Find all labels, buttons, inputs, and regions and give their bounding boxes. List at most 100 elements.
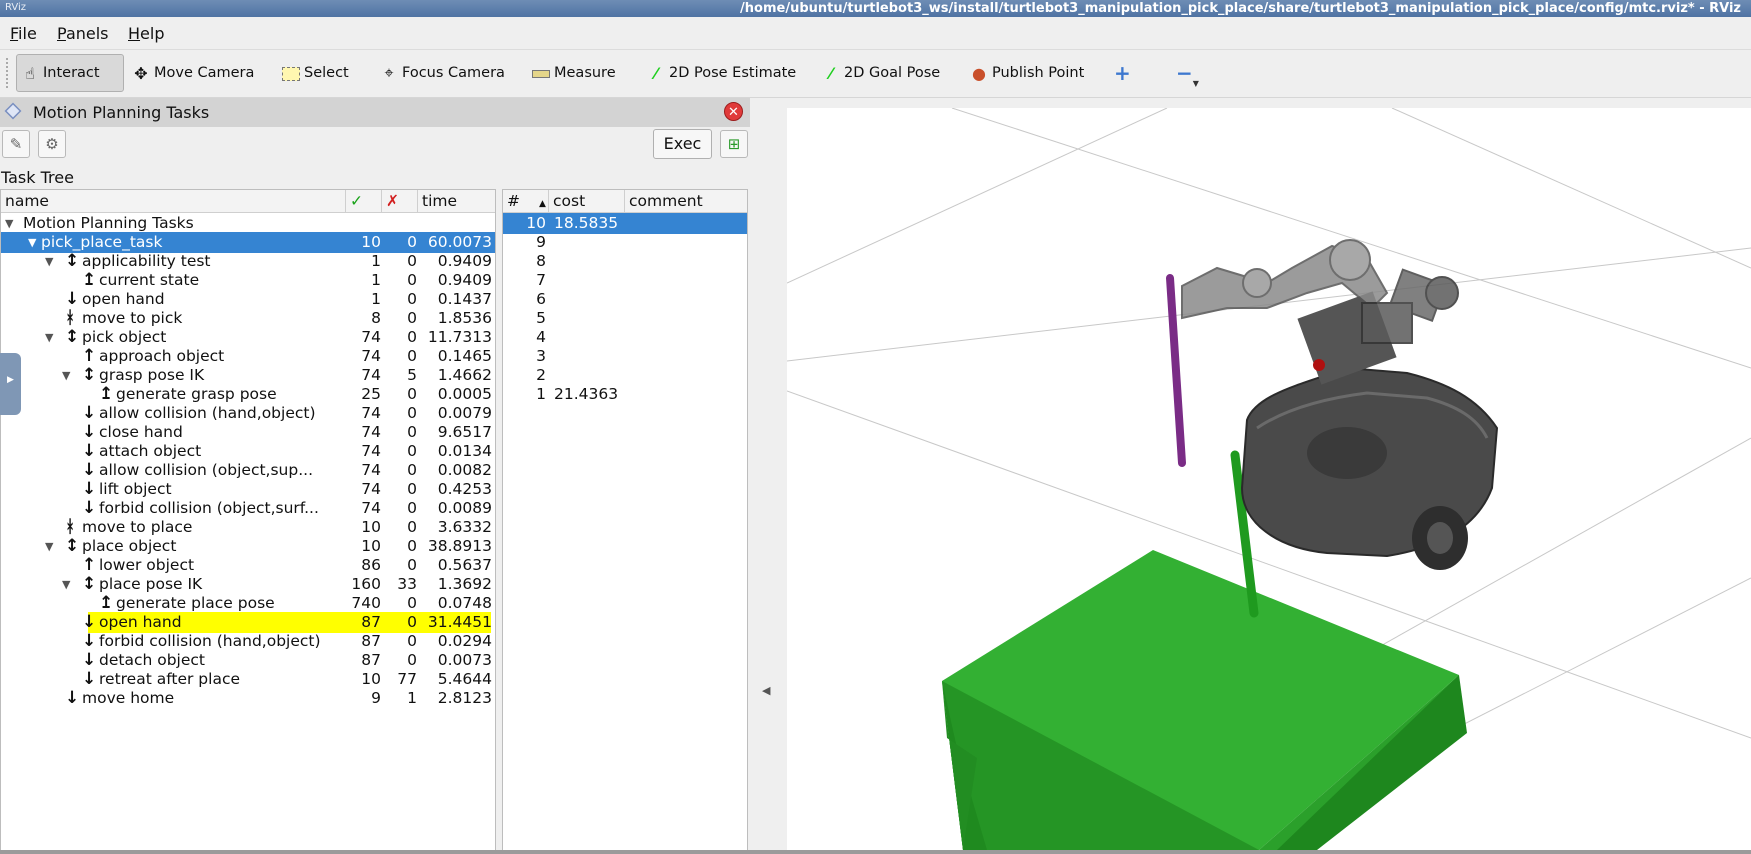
- focus-camera-tool-button[interactable]: ⌖ Focus Camera: [376, 54, 509, 92]
- solution-row[interactable]: 1 21.4363: [503, 384, 747, 405]
- task-failure-count: 0: [407, 461, 417, 479]
- task-tree-row[interactable]: ↓ move home 9 1 2.8123: [1, 688, 495, 709]
- task-success-count: 1: [371, 252, 381, 270]
- task-success-count: 74: [361, 480, 381, 498]
- move-camera-tool-button[interactable]: ✥ Move Camera: [128, 54, 258, 92]
- task-time: 0.0079: [437, 404, 492, 422]
- task-time: 1.4662: [437, 366, 492, 384]
- task-tree-row[interactable]: ↓ forbid collision (object,surf... 74 0 0.00…: [1, 498, 495, 519]
- task-tree-row[interactable]: ▼ ↕ applicability test 1 0 0.9409: [1, 251, 495, 272]
- solutions-table[interactable]: # ▲ cost comment 10 18.5835 9 8 7 6 5 4 3 2 1 21.43…: [502, 189, 748, 854]
- select-tool-button[interactable]: Select: [278, 54, 353, 92]
- expand-arrow-icon[interactable]: ▼: [45, 251, 53, 272]
- add-tool-button[interactable]: +: [1110, 54, 1135, 92]
- solution-row[interactable]: 3: [503, 346, 747, 367]
- edit-button[interactable]: ✎: [2, 130, 30, 158]
- 2d-pose-estimate-tool-button[interactable]: ⁄ 2D Pose Estimate: [643, 54, 800, 92]
- stage-type-icon: ↓: [82, 422, 97, 442]
- column-header-number[interactable]: # ▲: [503, 190, 549, 213]
- solution-row[interactable]: 8: [503, 251, 747, 272]
- task-tree-row[interactable]: ↑ approach object 74 0 0.1465: [1, 346, 495, 367]
- task-tree-row[interactable]: ↓ lift object 74 0 0.4253: [1, 479, 495, 500]
- task-tree-row[interactable]: ↓ detach object 87 0 0.0073: [1, 650, 495, 671]
- expand-arrow-icon[interactable]: ▼: [45, 327, 53, 348]
- task-success-count: 10: [361, 670, 381, 688]
- interact-tool-button[interactable]: ☝ Interact: [16, 54, 124, 92]
- measure-tool-button[interactable]: Measure: [528, 54, 620, 92]
- settings-button[interactable]: ⚙: [38, 130, 66, 158]
- task-tree-row[interactable]: ▼ pick_place_task 10 0 60.0073: [1, 232, 495, 253]
- solution-row[interactable]: 5: [503, 308, 747, 329]
- hidden-panel-tab[interactable]: ▶: [0, 353, 21, 415]
- task-tree-row[interactable]: ▼ Motion Planning Tasks: [1, 213, 495, 234]
- task-time: 0.0089: [437, 499, 492, 517]
- task-tree-row[interactable]: ↓ attach object 74 0 0.0134: [1, 441, 495, 462]
- 2d-goal-pose-tool-button[interactable]: ⁄ 2D Goal Pose: [818, 54, 944, 92]
- exec-button[interactable]: Exec: [653, 129, 712, 159]
- stage-type-icon: ↥: [99, 593, 114, 613]
- stage-type-icon: ↓: [82, 650, 97, 670]
- close-panel-button[interactable]: ✕: [724, 102, 743, 121]
- task-tree-row[interactable]: ↓ allow collision (hand,object) 74 0 0.0079: [1, 403, 495, 424]
- task-name: generate place pose: [116, 594, 275, 612]
- task-tree-table[interactable]: name ✓ ✗ time ▼ Motion Planning Tasks ▼ pic…: [0, 189, 496, 854]
- task-tree-row[interactable]: ↥ generate place pose 740 0 0.0748: [1, 593, 495, 614]
- menu-help[interactable]: Help: [128, 24, 164, 43]
- task-tree-row[interactable]: ᚼ move to pick 8 0 1.8536: [1, 308, 495, 329]
- menu-panels[interactable]: Panels: [57, 24, 109, 43]
- solution-row[interactable]: 7: [503, 270, 747, 291]
- solution-row[interactable]: 6: [503, 289, 747, 310]
- stage-type-icon: ↓: [82, 441, 97, 461]
- hand-pointer-icon: ☝: [25, 63, 35, 83]
- solution-row[interactable]: 4: [503, 327, 747, 348]
- task-tree-row[interactable]: ↓ close hand 74 0 9.6517: [1, 422, 495, 443]
- task-tree-row[interactable]: ᚼ move to place 10 0 3.6332: [1, 517, 495, 538]
- column-header-success[interactable]: ✓: [346, 190, 382, 213]
- task-tree-row[interactable]: ▼ ↕ grasp pose IK 74 5 1.4662: [1, 365, 495, 386]
- column-header-comment[interactable]: comment: [625, 190, 747, 213]
- expand-arrow-icon[interactable]: ▼: [5, 213, 13, 234]
- task-tree-row[interactable]: ↥ current state 1 0 0.9409: [1, 270, 495, 291]
- publish-point-tool-button[interactable]: ● Publish Point: [966, 54, 1088, 92]
- minus-icon: −: [1176, 61, 1193, 85]
- task-tree-row[interactable]: ↓ retreat after place 10 77 5.4644: [1, 669, 495, 690]
- task-failure-count: 77: [397, 670, 417, 688]
- menu-file[interactable]: File: [10, 24, 37, 43]
- panel-splitter[interactable]: ◀: [750, 98, 788, 850]
- solution-row[interactable]: 10 18.5835: [503, 213, 747, 234]
- task-failure-count: 0: [407, 233, 417, 251]
- task-tree-row[interactable]: ↓ allow collision (object,sup... 74 0 0.0082: [1, 460, 495, 481]
- add-task-button[interactable]: ⊞: [720, 130, 748, 158]
- remove-tool-button[interactable]: − ▼: [1172, 54, 1203, 92]
- task-tree-row[interactable]: ↥ generate grasp pose 25 0 0.0005: [1, 384, 495, 405]
- solution-number: 5: [536, 309, 546, 327]
- stage-type-icon: ↕: [65, 536, 80, 556]
- solution-row[interactable]: 2: [503, 365, 747, 386]
- task-time: 1.8536: [437, 309, 492, 327]
- panel-title-bar[interactable]: Motion Planning Tasks ✕: [0, 98, 750, 127]
- stage-type-icon: ↓: [82, 612, 97, 632]
- task-name: Motion Planning Tasks: [23, 214, 194, 232]
- expand-arrow-icon[interactable]: ▼: [62, 574, 70, 595]
- task-failure-count: 0: [407, 385, 417, 403]
- stage-type-icon: ↓: [65, 688, 80, 708]
- task-tree-row[interactable]: ↑ lower object 86 0 0.5637: [1, 555, 495, 576]
- solution-row[interactable]: 9: [503, 232, 747, 253]
- ruler-icon: [532, 64, 550, 83]
- column-header-time[interactable]: time: [418, 190, 495, 213]
- task-tree-row[interactable]: ▼ ↕ place object 10 0 38.8913: [1, 536, 495, 557]
- task-tree-row[interactable]: ▼ ↕ pick object 74 0 11.7313: [1, 327, 495, 348]
- expand-arrow-icon[interactable]: ▼: [62, 365, 70, 386]
- 3d-viewport[interactable]: [787, 108, 1751, 850]
- column-header-name[interactable]: name: [1, 190, 346, 213]
- toolbar-grip[interactable]: [6, 58, 10, 88]
- column-header-failure[interactable]: ✗: [382, 190, 418, 213]
- expand-arrow-icon[interactable]: ▼: [45, 536, 53, 557]
- task-tree-row[interactable]: ▼ ↕ place pose IK 160 33 1.3692: [1, 574, 495, 595]
- expand-arrow-icon[interactable]: ▼: [28, 232, 36, 253]
- task-tree-row[interactable]: ↓ forbid collision (hand,object) 87 0 0.0294: [1, 631, 495, 652]
- task-tree-row[interactable]: ↓ open hand 1 0 0.1437: [1, 289, 495, 310]
- column-header-cost[interactable]: cost: [549, 190, 625, 213]
- green-arrow-icon: ⁄: [829, 63, 833, 83]
- task-tree-row[interactable]: ↓ open hand 87 0 31.4451: [1, 612, 495, 633]
